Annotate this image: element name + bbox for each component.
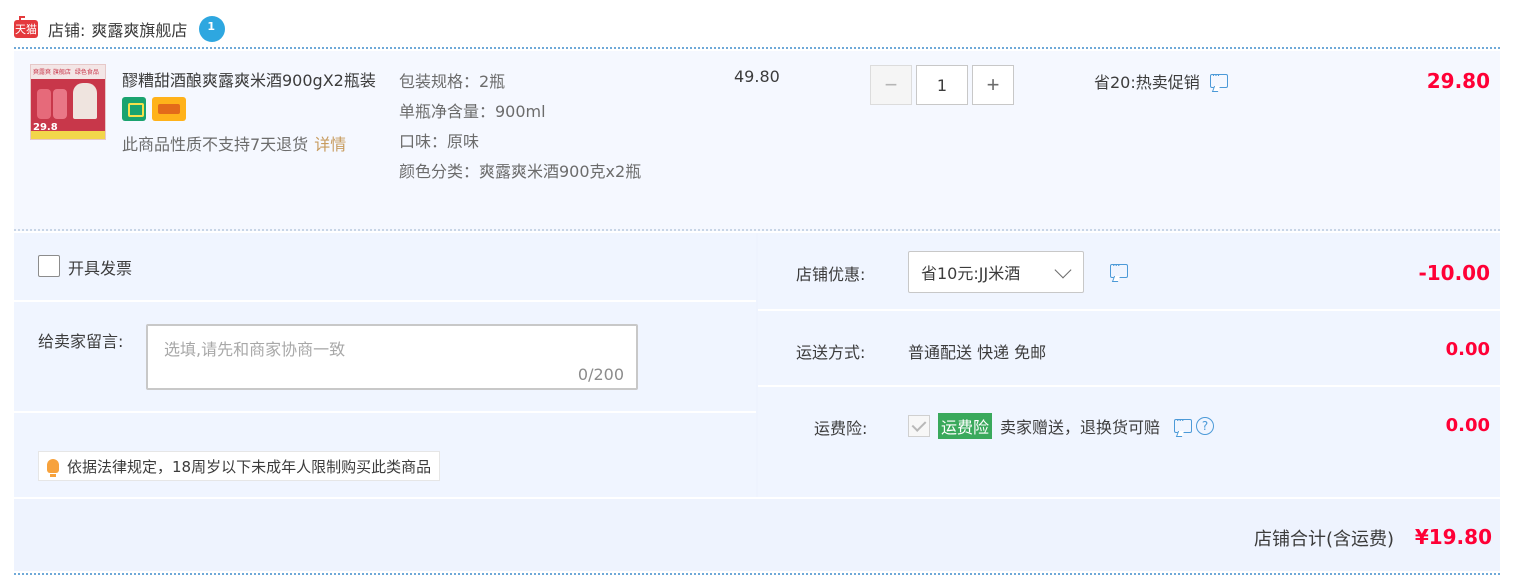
seller-message-section: 给卖家留言: 0/200 (14, 302, 756, 413)
shipping-label: 运送方式: (796, 343, 866, 362)
shipping-insurance-description: 卖家赠送，退换货可赔 (1000, 418, 1161, 437)
invoice-checkbox[interactable] (38, 255, 60, 277)
order-options: 开具发票 给卖家留言: 0/200 依据法律规定，18周岁以下未成年人限制购买此… (14, 233, 1500, 497)
shipping-section: 运送方式: 普通配送 快递 免邮 0.00 (758, 311, 1500, 387)
comment-icon[interactable] (1209, 69, 1228, 88)
quantity-increase-button[interactable]: + (972, 65, 1014, 105)
bulb-icon (47, 459, 59, 477)
credit-card-badge-icon[interactable] (152, 97, 186, 121)
shipping-insurance-section: 运费险: 运费险 卖家赠送，退换货可赔 ? 0.00 (758, 387, 1500, 497)
shop-discount-select[interactable]: 省10元:JJ米酒 (908, 251, 1084, 293)
tmall-logo: 天猫 (14, 16, 38, 38)
invoice-label[interactable]: 开具发票 (68, 255, 132, 279)
comment-icon[interactable] (1174, 414, 1193, 433)
product-specs: 包装规格：2瓶 单瓶净含量：900ml 口味：原味 颜色分类：爽露爽米酒900克… (399, 67, 661, 187)
divider (14, 573, 1500, 575)
help-icon[interactable]: ? (1196, 417, 1215, 435)
seller-message-label: 给卖家留言: (38, 332, 124, 351)
shop-label: 店铺: (48, 21, 86, 40)
unit-price: 49.80 (734, 67, 780, 86)
promotion-info: 省20:热卖促销 (1094, 69, 1228, 93)
spec-package: 包装规格：2瓶 (399, 72, 506, 91)
shop-discount-label: 店铺优惠: (796, 265, 866, 284)
thumb-green-text: 绿色食品 (74, 69, 99, 76)
shipping-insurance-row: 运费险 卖家赠送，退换货可赔 ? (908, 413, 1215, 439)
shipping-insurance-tag: 运费险 (938, 413, 993, 439)
age-restriction-text: 依据法律规定，18周岁以下未成年人限制购买此类商品 (67, 457, 432, 476)
comment-icon[interactable] (1110, 259, 1128, 278)
chevron-down-icon (1054, 261, 1072, 279)
product-thumbnail[interactable]: 爽露爽 旗舰店 绿色食品 29.8 (30, 64, 106, 140)
shop-name-link[interactable]: 爽露爽旗舰店 (91, 17, 187, 41)
seller-message-input[interactable] (148, 326, 636, 388)
spec-volume: 单瓶净含量：900ml (399, 102, 546, 121)
shop-header: 天猫 店铺: 爽露爽旗舰店 (14, 14, 226, 44)
spec-color: 颜色分类：爽露爽米酒900克x2瓶 (399, 162, 642, 181)
spec-flavor: 口味：原味 (399, 132, 480, 151)
service-badges (122, 97, 186, 121)
shop-total-label: 店铺合计(含运费) (1253, 529, 1394, 550)
return-policy-text: 此商品性质不支持7天退货 (122, 135, 309, 154)
seller-message-box: 0/200 (146, 324, 638, 390)
shop-total-section: 店铺合计(含运费) ¥19.80 (14, 499, 1500, 571)
person-image (73, 83, 97, 119)
quantity-decrease-button[interactable]: − (870, 65, 912, 105)
shop-total-amount: ¥19.80 (1414, 525, 1492, 549)
order-item-row: 爽露爽 旗舰店 绿色食品 29.8 醪糟甜酒酿爽露爽米酒900gX2瓶装 此商品… (14, 51, 1500, 231)
bottle-image (53, 89, 67, 119)
shipping-amount: 0.00 (1445, 339, 1490, 360)
thumb-promo-band (31, 131, 105, 139)
shipping-insurance-checkbox (908, 415, 930, 437)
age-restriction-note: 依据法律规定，18周岁以下未成年人限制购买此类商品 (38, 451, 441, 481)
order-options-left: 开具发票 给卖家留言: 0/200 依据法律规定，18周岁以下未成年人限制购买此… (14, 233, 756, 497)
shipping-insurance-amount: 0.00 (1445, 415, 1490, 436)
bottle-image (37, 89, 51, 119)
divider (14, 47, 1500, 49)
product-title-link[interactable]: 醪糟甜酒酿爽露爽米酒900gX2瓶装 (122, 67, 388, 91)
shipping-insurance-label: 运费险: (814, 419, 868, 438)
thumbnail-header: 爽露爽 旗舰店 绿色食品 (31, 65, 105, 79)
quantity-stepper: − + (870, 65, 1014, 105)
shipping-method: 普通配送 快递 免邮 (908, 343, 1047, 362)
wangwang-chat-icon[interactable] (199, 16, 226, 42)
message-char-counter: 0/200 (577, 365, 624, 384)
thumb-shop-text: 爽露爽 旗舰店 (33, 69, 71, 76)
item-subtotal: 29.80 (1426, 69, 1490, 93)
shop-discount-section: 店铺优惠: 省10元:JJ米酒 -10.00 (758, 233, 1500, 311)
invoice-section: 开具发票 (14, 233, 756, 302)
return-policy-detail-link[interactable]: 详情 (314, 135, 346, 154)
guarantee-badge-icon[interactable] (122, 97, 146, 121)
shop-discount-amount: -10.00 (1418, 261, 1490, 285)
divider (14, 229, 1500, 231)
return-policy-note: 此商品性质不支持7天退货 详情 (122, 131, 346, 155)
promotion-text: 省20:热卖促销 (1094, 73, 1200, 92)
quantity-input[interactable] (916, 65, 968, 105)
age-restriction-section: 依据法律规定，18周岁以下未成年人限制购买此类商品 (14, 413, 756, 497)
order-options-right: 店铺优惠: 省10元:JJ米酒 -10.00 运送方式: 普通配送 快递 免邮 … (758, 233, 1500, 497)
shop-discount-selected: 省10元:JJ米酒 (921, 264, 1021, 283)
